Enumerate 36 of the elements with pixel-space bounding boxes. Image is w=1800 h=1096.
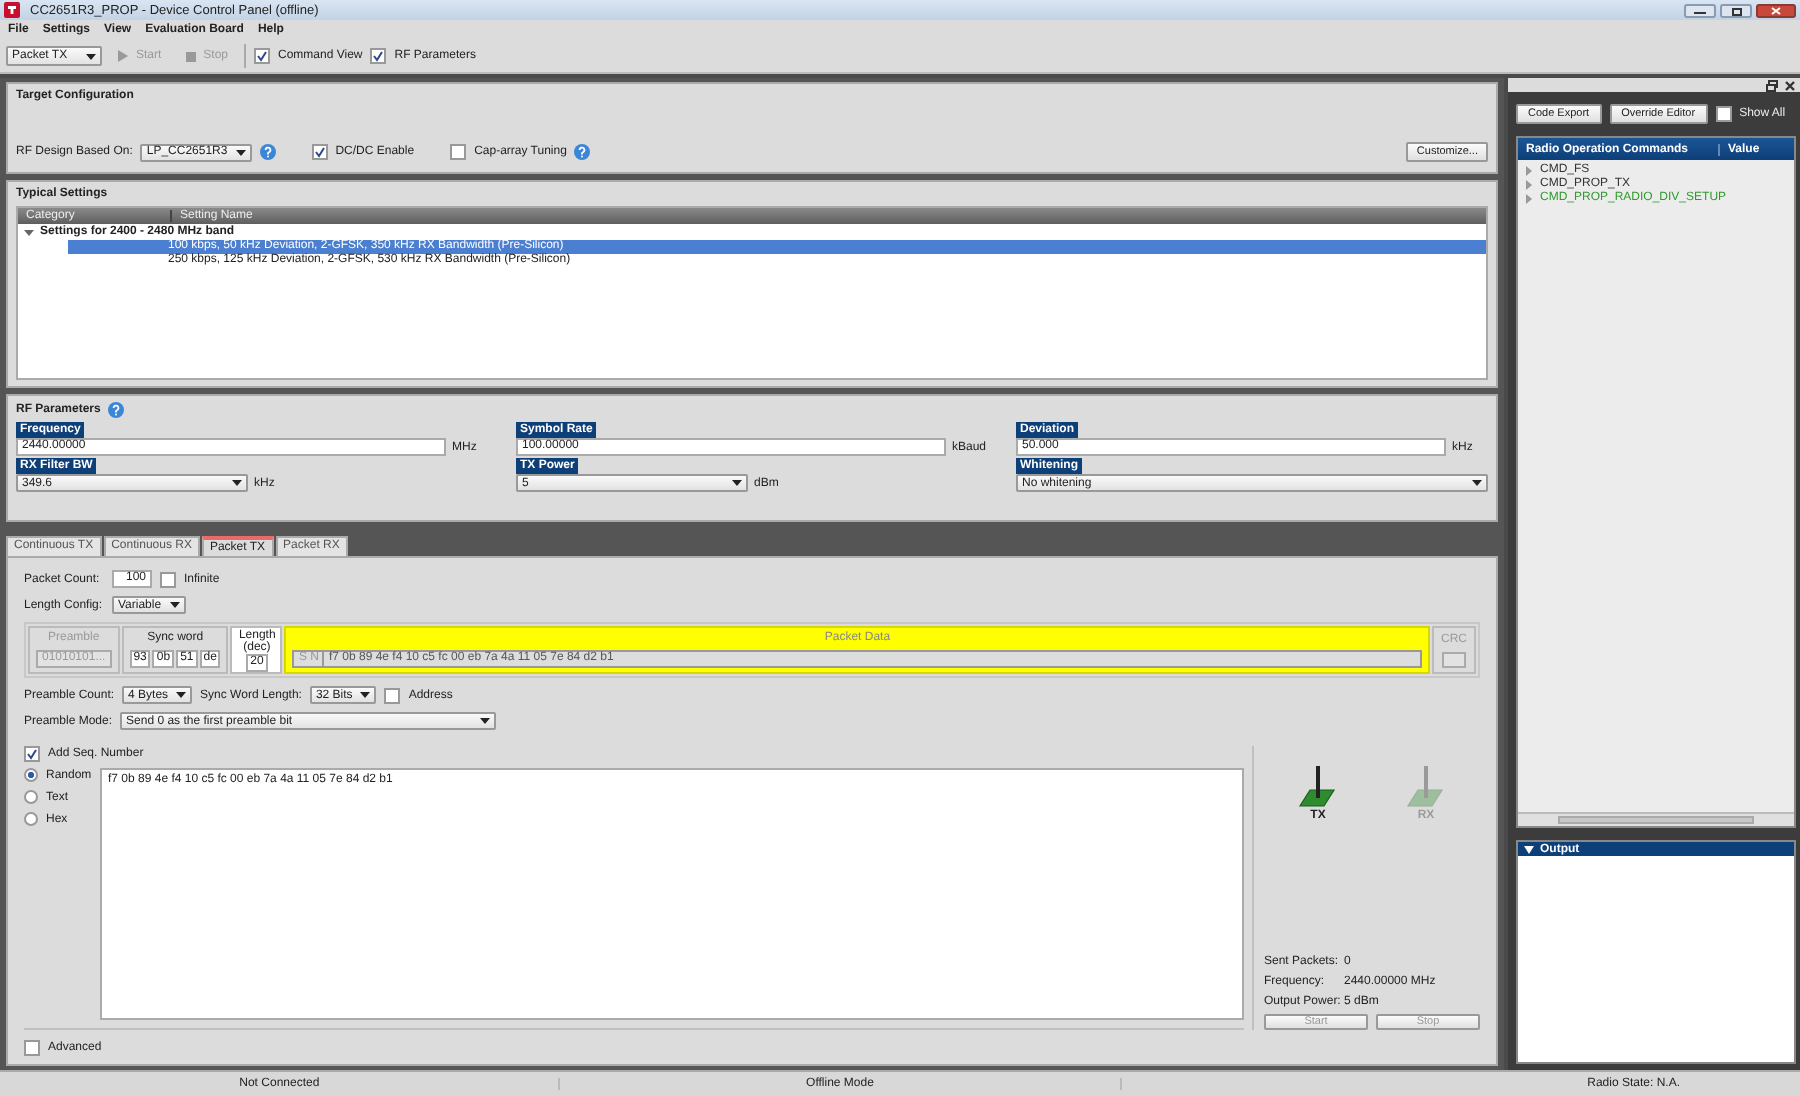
caret-icon (232, 480, 242, 486)
caret-icon (1524, 845, 1534, 853)
checkbox[interactable] (160, 571, 176, 587)
checkbox[interactable] (311, 144, 328, 160)
crc-field (1442, 651, 1466, 667)
help-icon[interactable] (259, 144, 276, 160)
caret-icon (169, 602, 180, 608)
float-panel-icon[interactable] (1766, 79, 1778, 91)
close-icon[interactable] (1784, 79, 1796, 91)
checkbox[interactable] (24, 1040, 40, 1056)
caret-icon (360, 692, 371, 698)
checkbox[interactable] (450, 144, 467, 160)
caret-icon (480, 718, 491, 724)
help-icon[interactable] (574, 144, 591, 160)
caret-icon (176, 692, 187, 698)
antenna-icon[interactable] (1298, 766, 1338, 810)
checkbox[interactable] (24, 746, 40, 762)
app-logo-icon (4, 2, 20, 18)
play-icon (118, 50, 128, 62)
caret-icon (732, 480, 742, 486)
checkbox[interactable] (384, 687, 401, 703)
radio-button[interactable] (24, 768, 38, 782)
radio-button[interactable] (24, 790, 38, 804)
caret-icon (86, 53, 96, 59)
caret-icon (235, 149, 246, 155)
stop-icon (185, 51, 196, 61)
checkbox[interactable] (254, 48, 271, 64)
horizontal-scrollbar[interactable] (1518, 812, 1794, 826)
checkbox[interactable] (1715, 106, 1732, 122)
caret-icon (1472, 480, 1482, 486)
radio-button[interactable] (24, 812, 38, 826)
close-icon[interactable] (1756, 3, 1796, 17)
restore-icon[interactable] (1720, 3, 1752, 17)
help-icon[interactable] (108, 402, 125, 418)
minimize-icon[interactable] (1684, 3, 1716, 17)
checkbox[interactable] (370, 48, 387, 64)
